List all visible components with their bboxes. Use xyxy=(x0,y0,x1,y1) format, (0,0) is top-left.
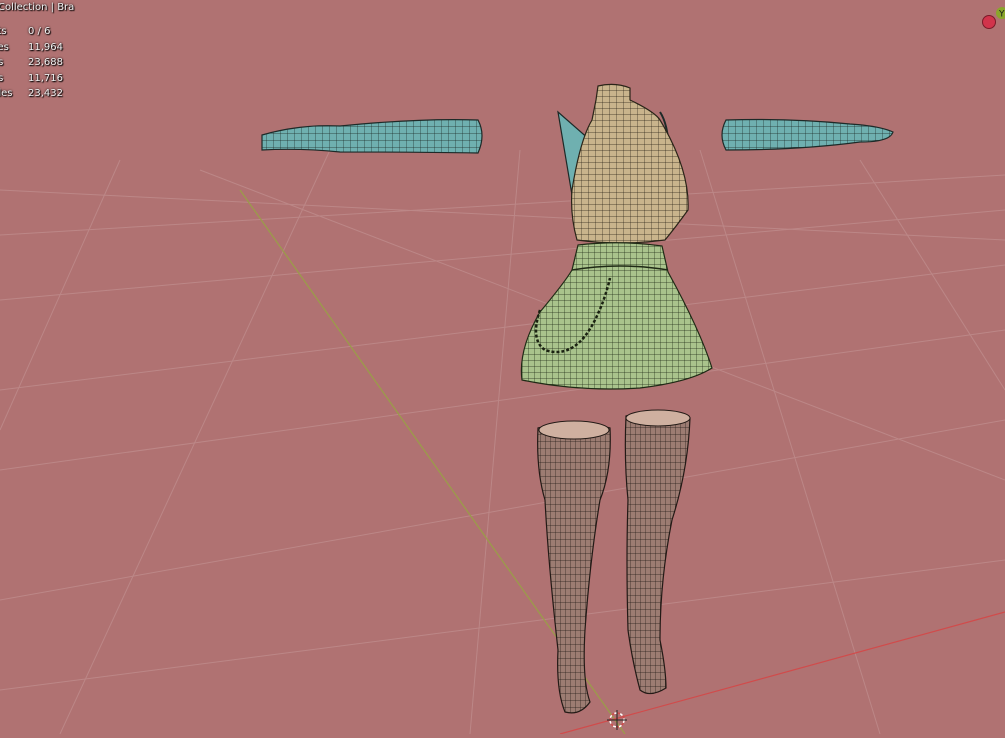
stat-row-objects: cts 0 / 6 xyxy=(0,24,63,40)
viewport-scene xyxy=(0,83,1005,735)
right-arm-mesh[interactable] xyxy=(721,118,894,151)
3d-viewport[interactable]: Collection | Bra cts 0 / 6 ces 11,964 es… xyxy=(0,0,1005,735)
x-axis-gizmo-ball[interactable] xyxy=(982,15,996,29)
stat-row-edges: es 23,688 xyxy=(0,55,63,71)
y-axis-gizmo-label: Y xyxy=(998,10,1005,20)
stat-value: 0 / 6 xyxy=(28,26,51,37)
x-axis-line xyxy=(559,611,1005,735)
stat-label: gles xyxy=(0,88,13,99)
stat-label: es xyxy=(0,72,4,84)
navigation-gizmo[interactable]: Y xyxy=(975,0,1005,49)
right-stocking-mesh[interactable] xyxy=(624,409,691,695)
left-arm-mesh[interactable] xyxy=(261,119,483,154)
stat-value: 23,432 xyxy=(28,88,63,99)
torso-mesh[interactable] xyxy=(557,83,689,244)
gizmo-graphic: Y xyxy=(982,7,1005,49)
floor-grid xyxy=(0,149,1005,735)
left-stocking-mesh[interactable] xyxy=(537,420,611,714)
stat-label: es xyxy=(0,57,4,68)
stat-row-vertices: ces 11,964 xyxy=(0,40,63,56)
stat-value: 23,688 xyxy=(28,57,63,68)
stat-value: 11,716 xyxy=(28,72,63,84)
stat-label: cts xyxy=(0,26,7,37)
stat-value: 11,964 xyxy=(28,41,63,53)
collection-breadcrumb: Collection | Bra xyxy=(0,2,75,13)
stat-label: ces xyxy=(0,41,9,53)
stat-row-triangles: gles 23,432 xyxy=(0,86,63,102)
scene-statistics: cts 0 / 6 ces 11,964 es 23,688 es 11,716… xyxy=(0,24,63,102)
skirt-mesh[interactable] xyxy=(520,242,713,390)
stat-row-faces: es 11,716 xyxy=(0,71,63,87)
